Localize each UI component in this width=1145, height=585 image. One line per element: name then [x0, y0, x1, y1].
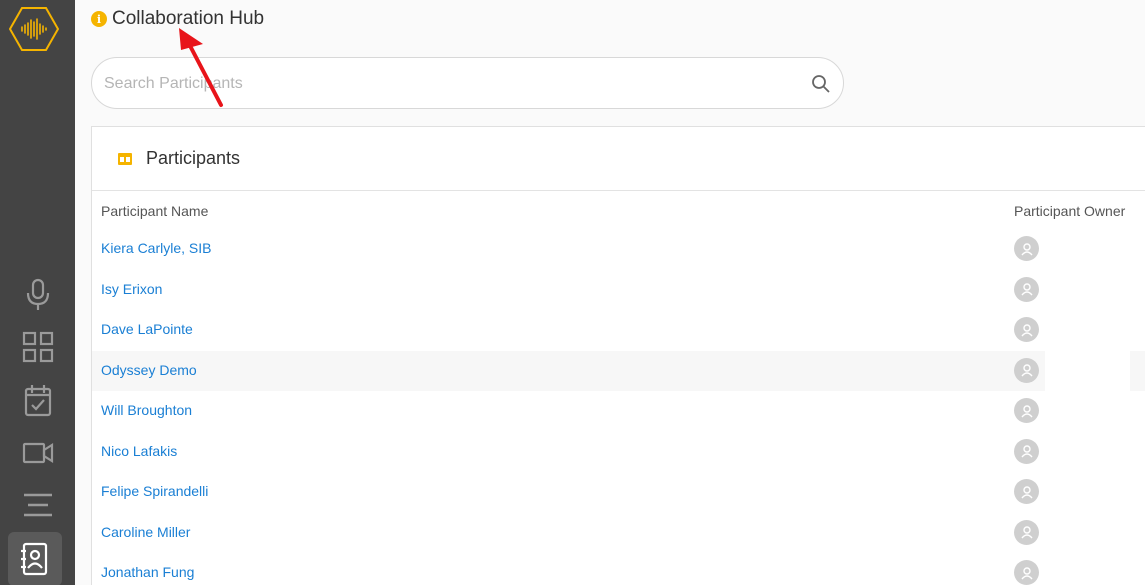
participant-name-link[interactable]: Dave LaPointe: [101, 321, 193, 337]
search-icon[interactable]: [809, 72, 833, 96]
logo-icon[interactable]: [8, 6, 60, 52]
user-avatar-icon[interactable]: [1014, 438, 1039, 464]
search-input[interactable]: [104, 72, 794, 96]
participant-name-link[interactable]: Kiera Carlyle, SIB: [101, 240, 211, 256]
video-icon: [22, 442, 53, 464]
participant-name-link[interactable]: Felipe Spirandelli: [101, 483, 208, 499]
menu-icon: [23, 493, 52, 517]
table-icon: [118, 152, 132, 165]
table-row[interactable]: Odyssey Demo: [92, 350, 1145, 391]
contacts-icon: [21, 542, 48, 576]
user-avatar-icon[interactable]: [1014, 519, 1039, 545]
title-row: i Collaboration Hub: [91, 8, 264, 30]
participant-name-link[interactable]: Will Broughton: [101, 402, 192, 418]
page-title: Collaboration Hub: [112, 8, 265, 29]
participants-panel: Participants Participant Name Participan…: [91, 126, 1145, 585]
participant-name-link[interactable]: Caroline Miller: [101, 524, 190, 540]
user-avatar-icon[interactable]: [1014, 276, 1039, 302]
user-avatar-icon[interactable]: [1014, 398, 1039, 423]
table-row[interactable]: Nico Lafakis: [92, 432, 1145, 473]
table-row[interactable]: Jonathan Fung: [92, 553, 1145, 585]
grid-icon: [22, 331, 53, 363]
nav-video[interactable]: [0, 430, 75, 476]
nav-contacts[interactable]: [8, 532, 62, 585]
nav-list[interactable]: [0, 482, 75, 528]
table-row[interactable]: Caroline Miller: [92, 513, 1145, 554]
main-content: i Collaboration Hub Participants Partici…: [75, 0, 1145, 585]
table-header: Participant Name Participant Owner: [92, 191, 1145, 229]
table-row[interactable]: Will Broughton: [92, 391, 1145, 432]
user-avatar-icon[interactable]: [1014, 236, 1039, 261]
participant-name-link[interactable]: Nico Lafakis: [101, 443, 177, 459]
participant-name-link[interactable]: Odyssey Demo: [101, 362, 197, 378]
calendar-check-icon: [24, 385, 51, 417]
table-row[interactable]: Isy Erixon: [92, 270, 1145, 311]
user-avatar-icon[interactable]: [1014, 317, 1039, 342]
participant-name-link[interactable]: Isy Erixon: [101, 281, 162, 297]
user-avatar-icon[interactable]: [1014, 560, 1039, 585]
nav-dashboard[interactable]: [0, 324, 75, 370]
table-body: Kiera Carlyle, SIB Isy Erixon Dave LaPoi…: [92, 229, 1145, 585]
participant-name-link[interactable]: Jonathan Fung: [101, 564, 194, 580]
column-header-name[interactable]: Participant Name: [101, 203, 208, 219]
info-icon[interactable]: i: [91, 11, 107, 27]
microphone-icon: [26, 278, 49, 310]
table-row[interactable]: Kiera Carlyle, SIB: [92, 229, 1145, 270]
user-avatar-icon[interactable]: [1014, 479, 1039, 504]
nav-microphone[interactable]: [0, 272, 75, 318]
panel-title: Participants: [146, 148, 241, 168]
column-header-owner[interactable]: Participant Owner: [1014, 203, 1125, 219]
table-row[interactable]: Felipe Spirandelli: [92, 472, 1145, 513]
table-row[interactable]: Dave LaPointe: [92, 310, 1145, 351]
search-bar: [91, 57, 844, 109]
panel-header: Participants: [92, 127, 1145, 191]
sidebar: [0, 0, 75, 585]
nav-tasks[interactable]: [0, 377, 75, 423]
user-avatar-icon[interactable]: [1014, 357, 1039, 383]
